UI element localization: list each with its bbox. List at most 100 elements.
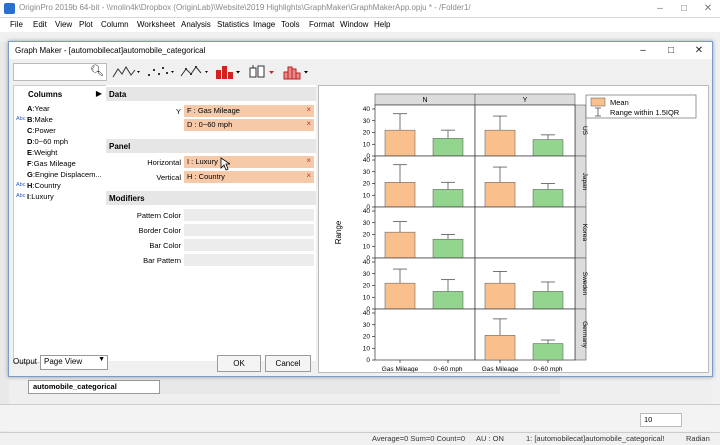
status-bar: Average=0 Sum=0 Count=0 AU : ON 1: [auto…: [0, 432, 720, 445]
y-slot-1[interactable]: F : Gas Mileage ×: [184, 105, 314, 117]
maximize-icon[interactable]: □: [672, 0, 696, 17]
vertical-slot-value: H : Country: [187, 172, 225, 181]
y-tick-label: 10: [363, 345, 371, 352]
menu-help[interactable]: Help: [374, 20, 390, 29]
y-tick-label: 20: [363, 232, 371, 239]
column-name: Gas Mileage: [33, 159, 76, 168]
dialog-minimize-icon[interactable]: –: [629, 43, 657, 58]
column-item-g[interactable]: G:Engine Displacem...: [16, 170, 106, 181]
menu-worksheet[interactable]: Worksheet: [137, 20, 175, 29]
ok-button[interactable]: OK: [217, 355, 261, 372]
y-slot-2[interactable]: D : 0~60 mph ×: [184, 119, 314, 131]
columns-header-label: Columns: [28, 90, 63, 99]
bar-pattern-slot[interactable]: [184, 254, 314, 266]
column-plot-button[interactable]: [213, 63, 243, 81]
collapse-arrow-icon[interactable]: ▶: [96, 89, 102, 98]
pattern-color-slot[interactable]: [184, 209, 314, 221]
menu-analysis[interactable]: Analysis: [181, 20, 211, 29]
section-modifiers-label: Modifiers: [109, 194, 145, 203]
bar-mean: [432, 189, 464, 208]
column-item-e[interactable]: E:Weight: [16, 148, 106, 159]
column-letter: H: [27, 181, 33, 190]
bar-mean: [484, 182, 516, 208]
bar-mean: [432, 238, 464, 259]
remove-icon[interactable]: ×: [306, 156, 311, 165]
column-item-h[interactable]: Abc H:Country: [16, 181, 106, 192]
row-header-label: Sweden: [581, 272, 588, 296]
y-tick-label: 40: [363, 259, 371, 266]
row-header-label: Korea: [581, 224, 588, 242]
menu-column[interactable]: Column: [101, 20, 129, 29]
legend-range-label: Range within 1.5IQR: [610, 108, 680, 117]
remove-icon[interactable]: ×: [306, 171, 311, 180]
column-search-input[interactable]: 🔍︎: [13, 63, 107, 81]
zoom-box[interactable]: 10: [640, 413, 682, 427]
menu-file[interactable]: File: [10, 20, 23, 29]
menu-format[interactable]: Format: [309, 20, 334, 29]
output-select[interactable]: Page View ▼: [40, 355, 108, 370]
histogram-button[interactable]: [281, 63, 311, 81]
trellis-bar-chart: N YUS010203040Japan010203040Korea01020304…: [334, 93, 697, 373]
bar-mean: [484, 335, 516, 361]
dialog-maximize-icon[interactable]: □: [657, 43, 685, 58]
section-data-label: Data: [109, 90, 127, 99]
app-title-bar: OriginPro 2019b 64-bit - \\molin4k\Dropb…: [0, 0, 720, 18]
menu-tools[interactable]: Tools: [281, 20, 300, 29]
text-type-badge: Abc: [16, 193, 26, 199]
bar-mean: [432, 291, 464, 310]
main-menu-bar: File Edit View Plot Column Worksheet Ana…: [0, 18, 720, 32]
vertical-slot[interactable]: H : Country ×: [184, 171, 314, 183]
menu-image[interactable]: Image: [253, 20, 275, 29]
horizontal-slot[interactable]: I : Luxury ×: [184, 156, 314, 168]
origin-app-icon: [4, 3, 15, 14]
border-color-slot[interactable]: [184, 224, 314, 236]
panel-frame: [374, 308, 476, 361]
menu-window[interactable]: Window: [340, 20, 368, 29]
output-label: Output: [13, 357, 38, 366]
menu-statistics[interactable]: Statistics: [217, 20, 249, 29]
y-tick-label: 20: [363, 283, 371, 290]
scatter-plot-button[interactable]: [145, 63, 175, 81]
dialog-title-bar: Graph Maker - [automobilecat]automobile_…: [9, 42, 712, 59]
bar-mean: [384, 182, 416, 208]
menu-edit[interactable]: Edit: [33, 20, 47, 29]
x-tick-label: Gas Mileage: [382, 366, 419, 372]
bar-color-slot[interactable]: [184, 239, 314, 251]
bar-mean: [384, 231, 416, 259]
y-slot-2-value: D : 0~60 mph: [187, 120, 233, 129]
y-axis-title: Range: [334, 220, 343, 244]
y-tick-label: 20: [363, 334, 371, 341]
column-item-i[interactable]: Abc I:Luxury: [16, 192, 106, 203]
close-icon[interactable]: ✕: [696, 0, 720, 17]
y-slot-1-value: F : Gas Mileage: [187, 106, 240, 115]
column-header-label: N: [422, 97, 427, 104]
column-letter: E: [27, 148, 33, 157]
menu-view[interactable]: View: [55, 20, 72, 29]
search-icon: 🔍︎: [90, 65, 104, 77]
column-name: Make: [34, 115, 53, 124]
line-plot-button[interactable]: [111, 63, 141, 81]
row-header-label: Germany: [581, 321, 588, 348]
box-plot-button[interactable]: [247, 63, 277, 81]
remove-icon[interactable]: ×: [306, 105, 311, 114]
minimize-icon[interactable]: –: [648, 0, 672, 17]
worksheet-tab[interactable]: automobile_categorical: [28, 380, 160, 394]
chevron-down-icon: ▼: [98, 356, 105, 363]
dialog-close-icon[interactable]: ✕: [685, 43, 713, 58]
column-name: Luxury: [31, 192, 54, 201]
line-symbol-plot-button[interactable]: [179, 63, 209, 81]
remove-icon[interactable]: ×: [306, 119, 311, 128]
horizontal-label: Horizontal: [147, 158, 181, 167]
column-item-d[interactable]: D:0~60 mph: [16, 137, 106, 148]
section-data: Data: [106, 87, 316, 101]
column-item-f[interactable]: F:Gas Mileage: [16, 159, 106, 170]
column-letter: B: [27, 115, 33, 124]
cancel-button[interactable]: Cancel: [265, 355, 311, 372]
y-tick-label: 10: [363, 294, 371, 301]
column-item-a[interactable]: A:Year: [16, 104, 106, 115]
vertical-label: Vertical: [156, 173, 181, 182]
column-item-b[interactable]: Abc B:Make: [16, 115, 106, 126]
column-letter: F: [27, 159, 32, 168]
column-item-c[interactable]: C:Power: [16, 126, 106, 137]
menu-plot[interactable]: Plot: [79, 20, 93, 29]
